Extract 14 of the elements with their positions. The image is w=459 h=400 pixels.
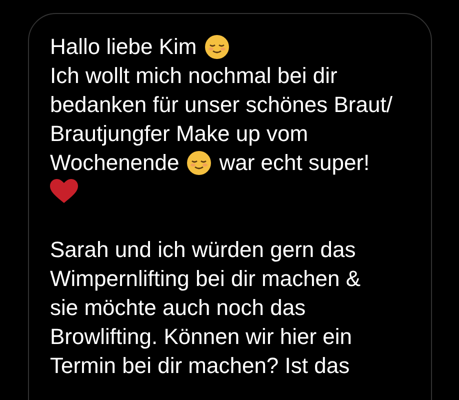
message-text: Termin bei dir machen? Ist das (50, 352, 350, 380)
heart-icon (50, 179, 78, 204)
smiling-face-icon (186, 150, 212, 176)
message-text: war echt super! (219, 149, 370, 177)
message-text: sie möchte auch noch das (50, 294, 306, 322)
message-text: Sarah und ich würden gern das (50, 236, 356, 264)
message-text: Wochenende (50, 149, 180, 177)
message-text: Brautjungfer Make up vom (50, 120, 308, 148)
message-text: Hallo liebe Kim (50, 33, 197, 61)
message-text: Wimpernlifting bei dir machen & (50, 265, 361, 293)
message-text: Ich wollt mich nochmal bei dir (50, 62, 338, 90)
message-text: Browlifting. Können wir hier ein (50, 323, 352, 351)
smiling-face-icon (204, 34, 230, 60)
message-text: bedanken für unser schönes Braut/ (50, 91, 392, 119)
